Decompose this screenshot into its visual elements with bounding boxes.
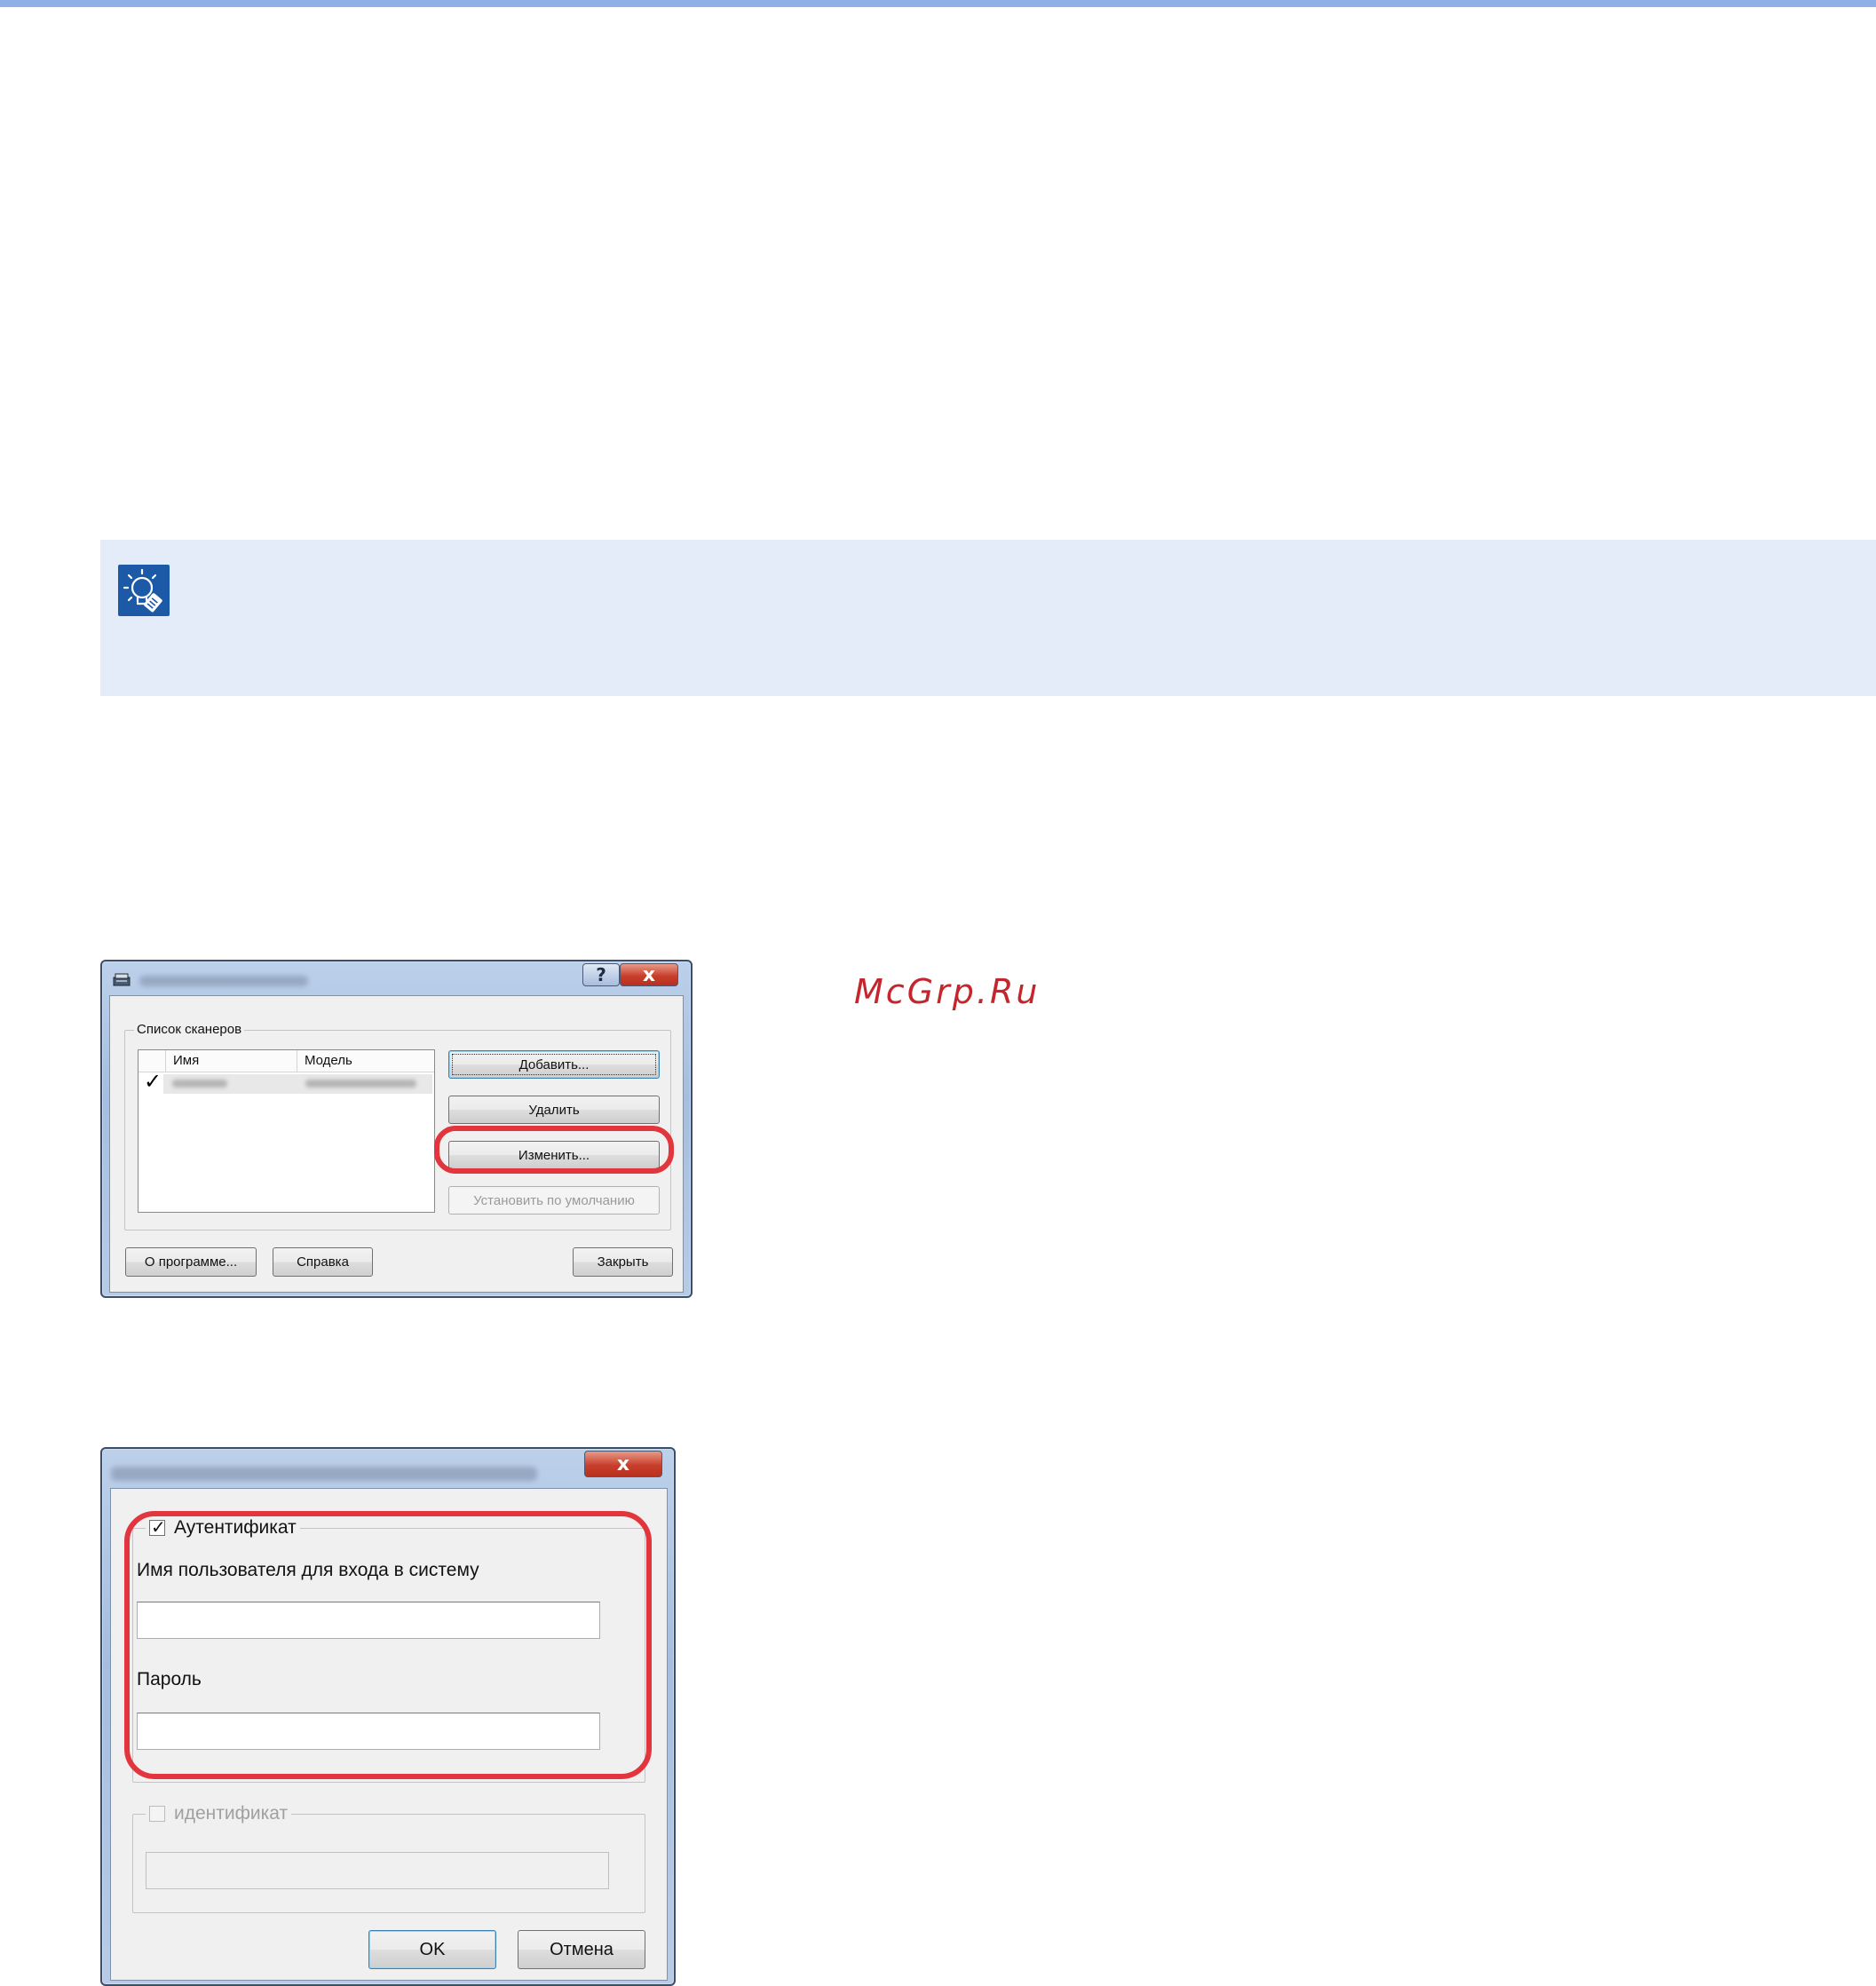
ok-button[interactable]: OK bbox=[368, 1930, 496, 1969]
scanner-row[interactable]: ✓ bbox=[144, 1069, 432, 1094]
authentication-group: ✓ Аутентификат Имя пользователя для вход… bbox=[132, 1516, 645, 1783]
scanner-model-obscured bbox=[305, 1080, 416, 1088]
about-button[interactable]: О программе... bbox=[125, 1247, 257, 1277]
scanner-app-icon bbox=[113, 972, 131, 988]
help-icon[interactable]: ? bbox=[582, 963, 620, 986]
set-default-button[interactable]: Установить по умолчанию bbox=[448, 1186, 660, 1215]
identifier-group: идентификат bbox=[132, 1802, 645, 1913]
authentication-label: Аутентификат bbox=[174, 1517, 297, 1538]
scanner-dialog-client: Список сканеров Имя Модель ✓ Добавить...… bbox=[109, 995, 684, 1293]
column-header-name[interactable]: Имя bbox=[165, 1050, 297, 1072]
help-button[interactable]: Справка bbox=[273, 1247, 373, 1277]
identifier-checkbox-legend[interactable]: идентификат bbox=[146, 1802, 292, 1825]
lightbulb-hint-icon bbox=[118, 565, 170, 616]
identifier-checkbox[interactable] bbox=[149, 1806, 165, 1822]
edit-button[interactable]: Изменить... bbox=[448, 1141, 660, 1169]
check-icon: ✓ bbox=[151, 1516, 166, 1538]
username-label: Имя пользователя для входа в систему bbox=[137, 1560, 479, 1580]
top-accent-bar bbox=[0, 0, 1876, 7]
authentication-checkbox[interactable]: ✓ bbox=[149, 1516, 166, 1538]
auth-dialog-client: ✓ Аутентификат Имя пользователя для вход… bbox=[110, 1488, 668, 1981]
authentication-checkbox-legend[interactable]: ✓ Аутентификат bbox=[146, 1516, 300, 1539]
username-field[interactable] bbox=[137, 1602, 600, 1639]
note-band bbox=[100, 540, 1876, 696]
add-button[interactable]: Добавить... bbox=[448, 1050, 660, 1079]
watermark: McGrp.Ru bbox=[854, 972, 1041, 1011]
close-icon[interactable]: x bbox=[584, 1451, 662, 1477]
close-icon[interactable]: x bbox=[620, 963, 678, 986]
scanner-list-group-title: Список сканеров bbox=[134, 1021, 245, 1039]
window-title-obscured bbox=[111, 1467, 537, 1481]
default-check-icon: ✓ bbox=[144, 1069, 162, 1094]
identifier-label: идентификат bbox=[174, 1803, 289, 1824]
authentication-dialog: x ✓ Аутентификат Имя пользователя для вх… bbox=[100, 1447, 676, 1986]
password-label: Пароль bbox=[137, 1669, 202, 1689]
delete-button[interactable]: Удалить bbox=[448, 1096, 660, 1124]
column-header-model[interactable]: Модель bbox=[297, 1050, 431, 1072]
cancel-button[interactable]: Отмена bbox=[518, 1930, 645, 1969]
window-title-obscured bbox=[139, 976, 308, 986]
auth-dialog-titlebar[interactable]: x bbox=[102, 1449, 674, 1488]
close-button[interactable]: Закрыть bbox=[573, 1247, 673, 1277]
password-field[interactable] bbox=[137, 1713, 600, 1750]
identifier-field[interactable] bbox=[146, 1852, 609, 1889]
scanner-listview[interactable]: Имя Модель ✓ bbox=[138, 1049, 435, 1213]
scanner-list-group: Список сканеров Имя Модель ✓ Добавить...… bbox=[124, 1021, 671, 1230]
scanner-list-dialog: ? x Список сканеров Имя Модель ✓ Добавит… bbox=[100, 960, 693, 1298]
scanner-name-obscured bbox=[172, 1080, 227, 1088]
listview-header: Имя Модель bbox=[139, 1050, 434, 1072]
